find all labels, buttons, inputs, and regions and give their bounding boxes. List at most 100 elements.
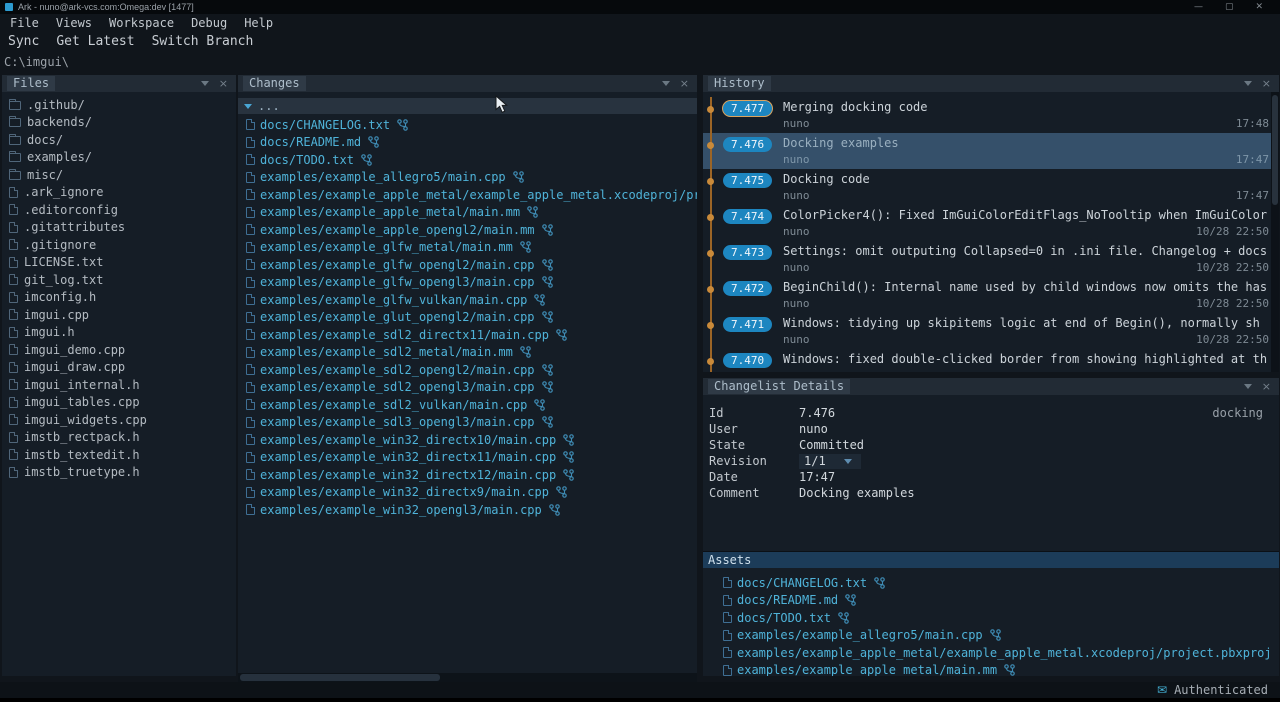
scrollbar-thumb[interactable]: [1272, 95, 1278, 205]
minimize-button[interactable]: —: [1194, 2, 1203, 12]
asset-row[interactable]: examples/example_apple_metal/main.mm: [703, 662, 1279, 677]
expander-icon[interactable]: [244, 104, 252, 109]
history-commit-row[interactable]: 7.477 Merging docking code nuno 17:48: [703, 97, 1279, 133]
close-panel-icon[interactable]: ×: [219, 78, 228, 89]
asset-row[interactable]: examples/example_allegro5/main.cpp: [703, 627, 1279, 645]
file-icon: [246, 137, 255, 148]
file-tree-item[interactable]: imstb_textedit.h: [2, 446, 236, 464]
changes-root-row[interactable]: ...: [238, 98, 697, 114]
scrollbar-thumb[interactable]: [240, 674, 440, 681]
changed-file-row[interactable]: docs/TODO.txt: [238, 151, 697, 169]
file-tree-item[interactable]: examples/: [2, 149, 236, 167]
history-commit-row[interactable]: 7.471 Windows: tidying up skipitems logi…: [703, 313, 1279, 349]
asset-row[interactable]: examples/example_apple_metal/example_app…: [703, 644, 1279, 662]
commit-time: 17:47: [1236, 189, 1269, 202]
file-icon: [723, 630, 732, 641]
file-icon: [723, 595, 732, 606]
changed-file-row[interactable]: docs/CHANGELOG.txt: [238, 116, 697, 134]
file-tree-item[interactable]: misc/: [2, 166, 236, 184]
file-icon: [9, 362, 18, 373]
branch-icon: [542, 416, 553, 428]
close-panel-icon[interactable]: ×: [1262, 381, 1271, 392]
changed-file-row[interactable]: examples/example_win32_opengl3/main.cpp: [238, 501, 697, 519]
changed-file-row[interactable]: examples/example_glfw_vulkan/main.cpp: [238, 291, 697, 309]
changed-file-row[interactable]: examples/example_sdl2_directx11/main.cpp: [238, 326, 697, 344]
file-tree-item[interactable]: imgui_demo.cpp: [2, 341, 236, 359]
history-commit-row[interactable]: 7.472 BeginChild(): Internal name used b…: [703, 277, 1279, 313]
revision-select[interactable]: 1/1: [799, 454, 861, 469]
changed-file-row[interactable]: examples/example_win32_directx11/main.cp…: [238, 449, 697, 467]
menu-item[interactable]: Views: [56, 16, 92, 30]
asset-row[interactable]: docs/CHANGELOG.txt: [703, 574, 1279, 592]
file-tree-item[interactable]: .github/: [2, 96, 236, 114]
changed-file-row[interactable]: examples/example_win32_directx10/main.cp…: [238, 431, 697, 449]
changed-file-row[interactable]: examples/example_sdl2_opengl2/main.cpp: [238, 361, 697, 379]
file-tree-item[interactable]: LICENSE.txt: [2, 254, 236, 272]
file-tree-item[interactable]: imgui_draw.cpp: [2, 359, 236, 377]
file-tree-item[interactable]: docs/: [2, 131, 236, 149]
file-tree-item[interactable]: imgui.cpp: [2, 306, 236, 324]
close-button[interactable]: ✕: [1255, 2, 1263, 12]
changed-file-row[interactable]: examples/example_apple_opengl2/main.mm: [238, 221, 697, 239]
graph-node-icon: [707, 214, 714, 221]
history-commit-row[interactable]: 7.475 Docking code nuno 17:47: [703, 169, 1279, 205]
filter-icon[interactable]: [201, 81, 209, 86]
history-commit-row[interactable]: 7.473 Settings: omit outputing Collapsed…: [703, 241, 1279, 277]
file-tree-item[interactable]: imstb_truetype.h: [2, 464, 236, 482]
file-tree-item[interactable]: imgui_widgets.cpp: [2, 411, 236, 429]
files-panel-header: Files ×: [2, 75, 236, 92]
changed-file-row[interactable]: examples/example_allegro5/main.cpp: [238, 169, 697, 187]
toolbar-button[interactable]: Sync: [8, 34, 39, 49]
horizontal-scrollbar[interactable]: [238, 673, 697, 682]
file-tree-item[interactable]: .gitattributes: [2, 219, 236, 237]
asset-row[interactable]: docs/README.md: [703, 592, 1279, 610]
history-commit-row[interactable]: 7.470 Windows: fixed double-clicked bord…: [703, 349, 1279, 372]
history-commit-row[interactable]: 7.476 Docking examples nuno 17:47: [703, 133, 1279, 169]
commit-message: Docking examples: [783, 136, 1275, 150]
changed-file-row[interactable]: examples/example_glut_opengl2/main.cpp: [238, 309, 697, 327]
filter-icon[interactable]: [662, 81, 670, 86]
file-tree-item[interactable]: .editorconfig: [2, 201, 236, 219]
file-icon: [246, 224, 255, 235]
close-panel-icon[interactable]: ×: [680, 78, 689, 89]
file-tree-item[interactable]: imstb_rectpack.h: [2, 429, 236, 447]
maximize-button[interactable]: ▢: [1225, 2, 1234, 12]
changed-file-row[interactable]: examples/example_sdl2_vulkan/main.cpp: [238, 396, 697, 414]
file-tree-item[interactable]: imgui_internal.h: [2, 376, 236, 394]
changed-file-row[interactable]: examples/example_sdl3_opengl3/main.cpp: [238, 414, 697, 432]
menu-item[interactable]: Help: [244, 16, 273, 30]
changed-file-row[interactable]: examples/example_apple_metal/example_app…: [238, 186, 697, 204]
changes-panel: Changes × ... docs/CHANGELOG.txt docs/RE…: [238, 75, 697, 682]
changed-file-row[interactable]: examples/example_apple_metal/main.mm: [238, 204, 697, 222]
changed-file-row[interactable]: examples/example_glfw_opengl2/main.cpp: [238, 256, 697, 274]
changed-file-row[interactable]: examples/example_win32_directx12/main.cp…: [238, 466, 697, 484]
file-tree-item[interactable]: imconfig.h: [2, 289, 236, 307]
close-panel-icon[interactable]: ×: [1262, 78, 1271, 89]
filter-icon[interactable]: [1244, 81, 1252, 86]
changeset-badge: 7.472: [723, 281, 772, 296]
menu-item[interactable]: Workspace: [109, 16, 174, 30]
file-tree-item[interactable]: backends/: [2, 114, 236, 132]
changed-file-row[interactable]: examples/example_win32_directx9/main.cpp: [238, 484, 697, 502]
branch-icon: [534, 399, 545, 411]
changed-file-row[interactable]: examples/example_glfw_opengl3/main.cpp: [238, 274, 697, 292]
filter-icon[interactable]: [1244, 384, 1252, 389]
file-tree-item[interactable]: git_log.txt: [2, 271, 236, 289]
history-commit-row[interactable]: 7.474 ColorPicker4(): Fixed ImGuiColorEd…: [703, 205, 1279, 241]
menu-item[interactable]: Debug: [191, 16, 227, 30]
toolbar-button[interactable]: Get Latest: [56, 34, 134, 49]
asset-row[interactable]: docs/TODO.txt: [703, 609, 1279, 627]
file-tree-item[interactable]: .ark_ignore: [2, 184, 236, 202]
changed-file-row[interactable]: docs/README.md: [238, 134, 697, 152]
changed-file-row[interactable]: examples/example_sdl2_metal/main.mm: [238, 344, 697, 362]
toolbar-button[interactable]: Switch Branch: [152, 34, 254, 49]
commit-author: nuno: [783, 189, 810, 202]
changed-file-row[interactable]: examples/example_glfw_metal/main.mm: [238, 239, 697, 257]
vertical-scrollbar[interactable]: [1271, 92, 1279, 372]
file-tree-item[interactable]: imgui.h: [2, 324, 236, 342]
changed-file-row[interactable]: examples/example_sdl2_opengl3/main.cpp: [238, 379, 697, 397]
menu-item[interactable]: File: [10, 16, 39, 30]
file-tree-item[interactable]: .gitignore: [2, 236, 236, 254]
file-tree-item[interactable]: imgui_tables.cpp: [2, 394, 236, 412]
file-name: imgui_demo.cpp: [24, 343, 125, 357]
